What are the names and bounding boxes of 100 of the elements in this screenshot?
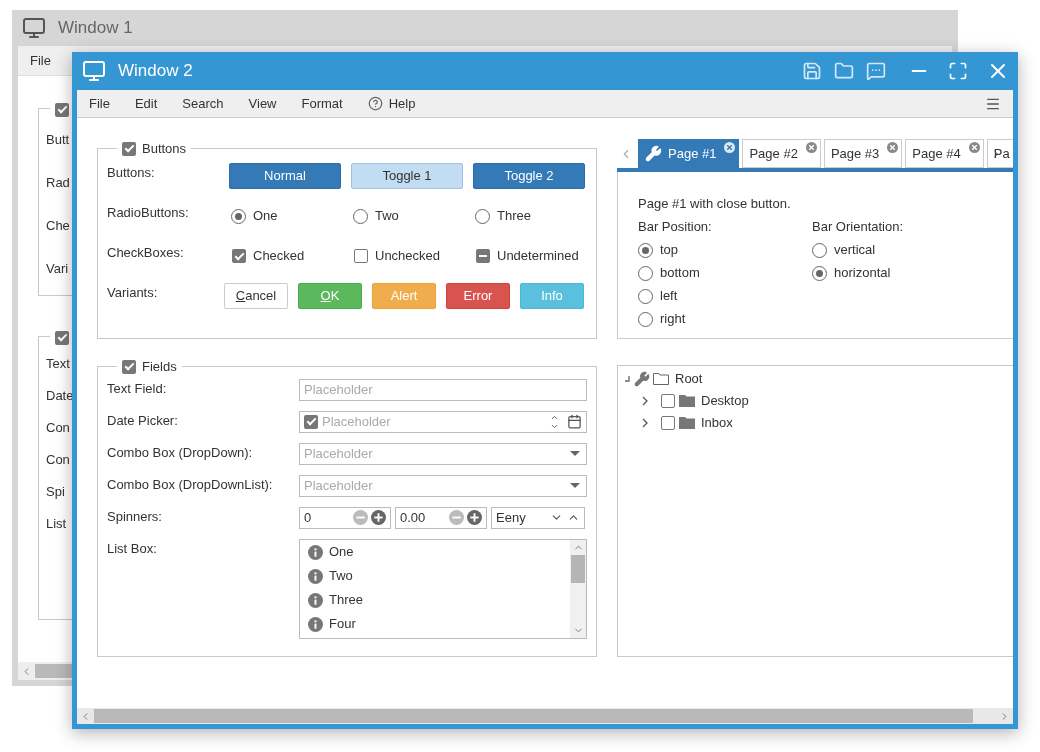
push-button[interactable]: Cancel <box>224 283 288 309</box>
wrench-icon <box>645 145 662 162</box>
radio-button[interactable] <box>812 242 827 258</box>
radio-label: Three <box>497 207 531 226</box>
radio-label: right <box>660 310 686 329</box>
list-spinner[interactable]: Eeny <box>491 506 585 529</box>
window-title: Window 2 <box>118 60 194 83</box>
radio-button[interactable] <box>353 208 368 224</box>
checkbox[interactable] <box>55 102 69 117</box>
row-label: CheckBoxes: <box>107 243 185 262</box>
chat-icon[interactable] <box>866 61 886 81</box>
row-label: Rad <box>46 174 70 190</box>
radio-button[interactable] <box>812 265 827 281</box>
number-spinner[interactable]: 0.00 <box>395 506 487 529</box>
field-label: Date Picker: <box>107 411 179 430</box>
tab[interactable]: Page #1 <box>638 139 740 168</box>
close-icon[interactable] <box>968 142 980 153</box>
folder-icon <box>679 416 695 429</box>
menu-item[interactable]: File <box>89 93 110 114</box>
tab[interactable]: Pa <box>986 139 1013 168</box>
tree-node[interactable]: Inbox <box>641 413 1011 432</box>
checkbox-label: Undetermined <box>497 247 579 266</box>
close-icon[interactable] <box>887 142 899 153</box>
tree-node[interactable]: Root <box>623 369 1011 388</box>
menu-item[interactable]: Help <box>367 93 416 114</box>
list-item[interactable]: One <box>308 542 570 562</box>
group-title: Buttons <box>142 140 187 158</box>
expand-icon[interactable] <box>641 417 649 428</box>
radio-button[interactable] <box>231 208 246 224</box>
folder-icon <box>653 372 669 385</box>
plus-icon[interactable] <box>371 510 386 525</box>
radio-button[interactable] <box>638 265 653 281</box>
dropdown-arrow-icon[interactable] <box>570 482 580 489</box>
tree-node[interactable]: Desktop <box>641 391 1011 410</box>
menu-item[interactable]: File <box>30 50 51 71</box>
row-label: Con <box>46 419 70 435</box>
page-description: Page #1 with close button. <box>638 195 792 213</box>
combo-input[interactable]: Placeholder <box>304 443 570 464</box>
list-item[interactable]: Four <box>308 614 570 634</box>
list-item[interactable]: Two <box>308 566 570 586</box>
radio-label: Two <box>375 207 399 226</box>
checkbox[interactable] <box>304 414 318 429</box>
radio-button[interactable] <box>638 311 653 327</box>
info-icon <box>308 544 323 560</box>
date-input[interactable]: Placeholder <box>322 411 546 432</box>
push-button[interactable]: Toggle 2 <box>473 163 585 189</box>
dropdown-arrow-icon[interactable] <box>570 450 580 457</box>
row-label: RadioButtons: <box>107 203 190 222</box>
radio-label: top <box>660 241 679 260</box>
row-label: Vari <box>46 260 69 276</box>
close-icon[interactable] <box>724 142 736 153</box>
radio-button[interactable] <box>475 208 490 224</box>
maximize-icon[interactable] <box>948 61 968 81</box>
push-button[interactable]: Toggle 1 <box>351 163 463 189</box>
combo-box[interactable]: Placeholder <box>299 442 587 465</box>
combo-input[interactable]: Placeholder <box>304 475 570 496</box>
checkbox[interactable] <box>232 249 246 263</box>
scrollbar[interactable] <box>570 539 586 638</box>
row-label: Buttons: <box>107 163 156 182</box>
calendar-icon[interactable] <box>567 414 582 429</box>
checkbox[interactable] <box>55 330 69 345</box>
push-button[interactable]: Normal <box>229 163 341 189</box>
number-spinner[interactable]: 0 <box>299 506 391 529</box>
row-label: Butt <box>46 131 70 147</box>
expand-icon[interactable] <box>641 395 649 406</box>
horizontal-scrollbar[interactable] <box>18 662 72 680</box>
push-button[interactable]: Error <box>446 283 510 309</box>
checkbox[interactable] <box>354 249 368 263</box>
expanded-icon[interactable] <box>623 374 631 383</box>
save-icon[interactable] <box>802 61 822 81</box>
tab[interactable]: Page #2 <box>742 139 821 168</box>
folder-icon <box>679 394 695 407</box>
list-box[interactable]: One Two Three Four <box>299 538 587 639</box>
tab[interactable]: Page #4 <box>905 139 984 168</box>
plus-icon[interactable] <box>467 510 482 525</box>
text-field[interactable]: Placeholder <box>299 378 587 401</box>
help-icon <box>367 96 383 111</box>
horizontal-scrollbar[interactable] <box>77 708 1013 724</box>
menu-item[interactable]: View <box>248 93 277 114</box>
checkbox[interactable] <box>122 359 136 374</box>
checkbox[interactable] <box>661 393 675 408</box>
list-item[interactable]: Three <box>308 590 570 610</box>
checkbox[interactable] <box>122 141 136 156</box>
date-picker[interactable]: Placeholder <box>299 410 587 433</box>
combo-box[interactable]: Placeholder <box>299 474 587 497</box>
tab[interactable]: Page #3 <box>823 139 903 168</box>
radio-label: vertical <box>834 241 876 260</box>
close-icon[interactable] <box>805 142 817 153</box>
menu-item[interactable]: Search <box>182 93 224 114</box>
row-label: Text <box>46 355 70 371</box>
field-label: List Box: <box>107 539 158 558</box>
checkbox[interactable] <box>476 249 490 263</box>
radio-button[interactable] <box>638 242 653 258</box>
radio-button[interactable] <box>638 288 653 304</box>
folder-icon[interactable] <box>834 61 854 81</box>
info-icon <box>308 592 323 608</box>
checkbox[interactable] <box>661 415 675 430</box>
menu-item[interactable]: Format <box>301 93 343 114</box>
option-group-label: Bar Position: <box>638 217 713 236</box>
menu-item[interactable]: Edit <box>134 93 158 114</box>
